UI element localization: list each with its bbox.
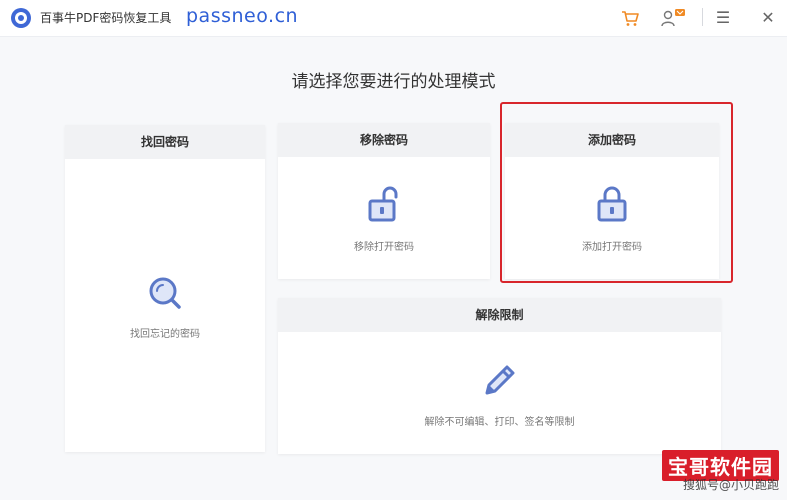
- app-logo-icon: [11, 8, 31, 28]
- close-icon[interactable]: ✕: [758, 8, 778, 28]
- recover-password-card[interactable]: 找回密码 找回忘记的密码: [65, 125, 265, 452]
- unlocked-padlock-icon: [368, 186, 398, 222]
- card-title: 找回密码: [65, 125, 265, 159]
- watermark-handle: 搜狐号@小贝跑跑: [682, 478, 779, 492]
- card-description: 找回忘记的密码: [130, 329, 200, 340]
- add-password-card[interactable]: 添加密码 添加打开密码: [505, 123, 719, 279]
- title-bar-divider: [702, 8, 703, 26]
- watermark: 宝哥软件园 搜狐号@小贝跑跑: [639, 450, 779, 496]
- card-description: 移除打开密码: [354, 242, 414, 253]
- card-description: 解除不可编辑、打印、签名等限制: [424, 417, 575, 428]
- page-prompt: 请选择您要进行的处理模式: [291, 72, 496, 92]
- remove-password-card[interactable]: 移除密码 移除打开密码: [278, 123, 490, 279]
- app-window: 百事牛PDF密码恢复工具 passneo.cn ☰ ✕ 请选择您要进行的处理模式…: [0, 0, 787, 500]
- locked-padlock-icon: [597, 186, 627, 222]
- mode-select-page: 请选择您要进行的处理模式 找回密码 找回忘记的密码 移除密码 移除打开密码 添加…: [0, 37, 787, 500]
- magnifier-icon: [149, 277, 181, 309]
- title-bar: 百事牛PDF密码恢复工具 passneo.cn ☰ ✕: [0, 0, 787, 37]
- card-title: 移除密码: [278, 123, 490, 157]
- card-description: 添加打开密码: [582, 242, 642, 253]
- menu-icon[interactable]: ☰: [713, 8, 733, 28]
- app-title: 百事牛PDF密码恢复工具: [40, 11, 172, 25]
- pencil-icon: [485, 365, 514, 395]
- cart-icon[interactable]: [620, 8, 640, 28]
- card-title: 解除限制: [278, 298, 721, 332]
- card-title: 添加密码: [505, 123, 719, 157]
- user-vip-icon[interactable]: [660, 8, 686, 28]
- remove-restrictions-card[interactable]: 解除限制 解除不可编辑、打印、签名等限制: [278, 298, 721, 454]
- site-domain: passneo.cn: [186, 5, 299, 27]
